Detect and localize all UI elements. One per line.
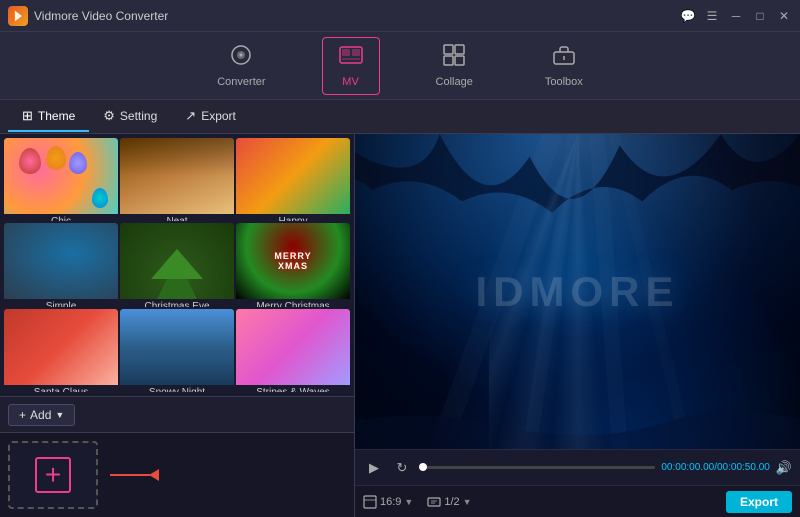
subtab-export-label: Export xyxy=(201,109,236,123)
theme-santa-claus[interactable]: Santa Claus xyxy=(4,309,118,392)
app-logo xyxy=(8,6,28,26)
nav-collage-label: Collage xyxy=(436,76,473,88)
nav-toolbox[interactable]: Toolbox xyxy=(529,38,599,94)
progress-bar[interactable] xyxy=(419,466,655,469)
total-time: 00:00:50.00 xyxy=(717,462,770,473)
nav-mv[interactable]: MV xyxy=(322,37,380,95)
theme-happy-label: Happy xyxy=(236,214,350,221)
right-panel: IDMORE ▶ ↻ 00:00:00.00/00:00:50.00 🔊 16:… xyxy=(355,134,800,517)
preview-watermark: IDMORE xyxy=(476,268,680,316)
play-button[interactable]: ▶ xyxy=(363,457,385,479)
theme-christmas-eve[interactable]: Christmas Eve xyxy=(120,223,234,306)
main-content: Chic Neat Happy Simple xyxy=(0,134,800,517)
converter-icon xyxy=(230,44,252,72)
subtab-setting-label: Setting xyxy=(120,109,157,123)
clip-slot[interactable]: + xyxy=(8,441,98,509)
theme-merry-christmas[interactable]: MERRYXMAS Merry Christmas xyxy=(236,223,350,306)
subtabs: ⊞ Theme ⚙ Setting ↗ Export xyxy=(0,100,800,134)
mv-icon xyxy=(339,44,363,72)
theme-snowy-label: Snowy Night xyxy=(120,385,234,392)
theme-simple[interactable]: Simple xyxy=(4,223,118,306)
nav-collage[interactable]: Collage xyxy=(420,38,489,94)
left-panel: Chic Neat Happy Simple xyxy=(0,134,355,517)
collage-icon xyxy=(443,44,465,72)
theme-tab-icon: ⊞ xyxy=(22,108,33,124)
track-value: 1/2 xyxy=(444,496,459,508)
ratio-selector[interactable]: 16:9 ▼ xyxy=(363,495,413,509)
preview-area: IDMORE xyxy=(355,134,800,449)
add-dropdown-icon: ▼ xyxy=(55,410,64,420)
preview-bottom-bar: 16:9 ▼ 1/2 ▼ Export xyxy=(355,485,800,517)
subtab-setting[interactable]: ⚙ Setting xyxy=(89,102,171,132)
ratio-icon xyxy=(363,495,377,509)
theme-neat-label: Neat xyxy=(120,214,234,221)
current-time: 00:00:00.00 xyxy=(661,462,714,473)
theme-christmas-eve-label: Christmas Eve xyxy=(120,299,234,306)
theme-chic[interactable]: Chic xyxy=(4,138,118,221)
time-display: 00:00:00.00/00:00:50.00 xyxy=(661,462,769,473)
replay-button[interactable]: ↻ xyxy=(391,457,413,479)
add-bar: + Add ▼ xyxy=(0,396,354,432)
preview-controls: ▶ ↻ 00:00:00.00/00:00:50.00 🔊 xyxy=(355,449,800,485)
nav-toolbox-label: Toolbox xyxy=(545,76,583,88)
setting-tab-icon: ⚙ xyxy=(103,108,115,124)
add-clip-icon: + xyxy=(35,457,71,493)
volume-icon[interactable]: 🔊 xyxy=(776,460,792,476)
arrow-indicator xyxy=(110,469,159,481)
topnav: Converter MV Collage xyxy=(0,32,800,100)
subtab-theme[interactable]: ⊞ Theme xyxy=(8,102,89,132)
ratio-dropdown-icon: ▼ xyxy=(404,497,413,507)
track-dropdown-icon: ▼ xyxy=(463,497,472,507)
track-icon xyxy=(427,495,441,509)
toolbox-icon xyxy=(553,44,575,72)
track-selector[interactable]: 1/2 ▼ xyxy=(427,495,471,509)
maximize-button[interactable]: □ xyxy=(752,8,768,24)
titlebar-title: Vidmore Video Converter xyxy=(34,9,168,23)
menu-icon[interactable]: ☰ xyxy=(704,8,720,24)
nav-mv-label: MV xyxy=(342,76,359,88)
close-button[interactable]: ✕ xyxy=(776,8,792,24)
add-label: Add xyxy=(30,408,51,422)
theme-snowy-night[interactable]: Snowy Night xyxy=(120,309,234,392)
theme-santa-label: Santa Claus xyxy=(4,385,118,392)
export-tab-icon: ↗ xyxy=(185,108,196,124)
chat-icon[interactable]: 💬 xyxy=(680,8,696,24)
theme-grid: Chic Neat Happy Simple xyxy=(0,134,354,396)
clip-area: + xyxy=(0,432,354,517)
subtab-theme-label: Theme xyxy=(38,109,75,123)
theme-stripes-waves[interactable]: Stripes & Waves xyxy=(236,309,350,392)
theme-neat[interactable]: Neat xyxy=(120,138,234,221)
nav-converter-label: Converter xyxy=(217,76,265,88)
titlebar-left: Vidmore Video Converter xyxy=(8,6,168,26)
ratio-value: 16:9 xyxy=(380,496,401,508)
theme-happy[interactable]: Happy xyxy=(236,138,350,221)
theme-simple-label: Simple xyxy=(4,299,118,306)
titlebar-controls: 💬 ☰ ─ □ ✕ xyxy=(680,8,792,24)
export-button[interactable]: Export xyxy=(726,491,792,513)
titlebar: Vidmore Video Converter 💬 ☰ ─ □ ✕ xyxy=(0,0,800,32)
add-button[interactable]: + Add ▼ xyxy=(8,404,75,426)
theme-stripes-label: Stripes & Waves xyxy=(236,385,350,392)
subtab-export[interactable]: ↗ Export xyxy=(171,102,250,132)
add-icon: + xyxy=(19,408,26,422)
nav-converter[interactable]: Converter xyxy=(201,38,281,94)
preview-background: IDMORE xyxy=(355,134,800,449)
theme-merry-christmas-label: Merry Christmas xyxy=(236,299,350,306)
minimize-button[interactable]: ─ xyxy=(728,8,744,24)
theme-chic-label: Chic xyxy=(4,214,118,221)
